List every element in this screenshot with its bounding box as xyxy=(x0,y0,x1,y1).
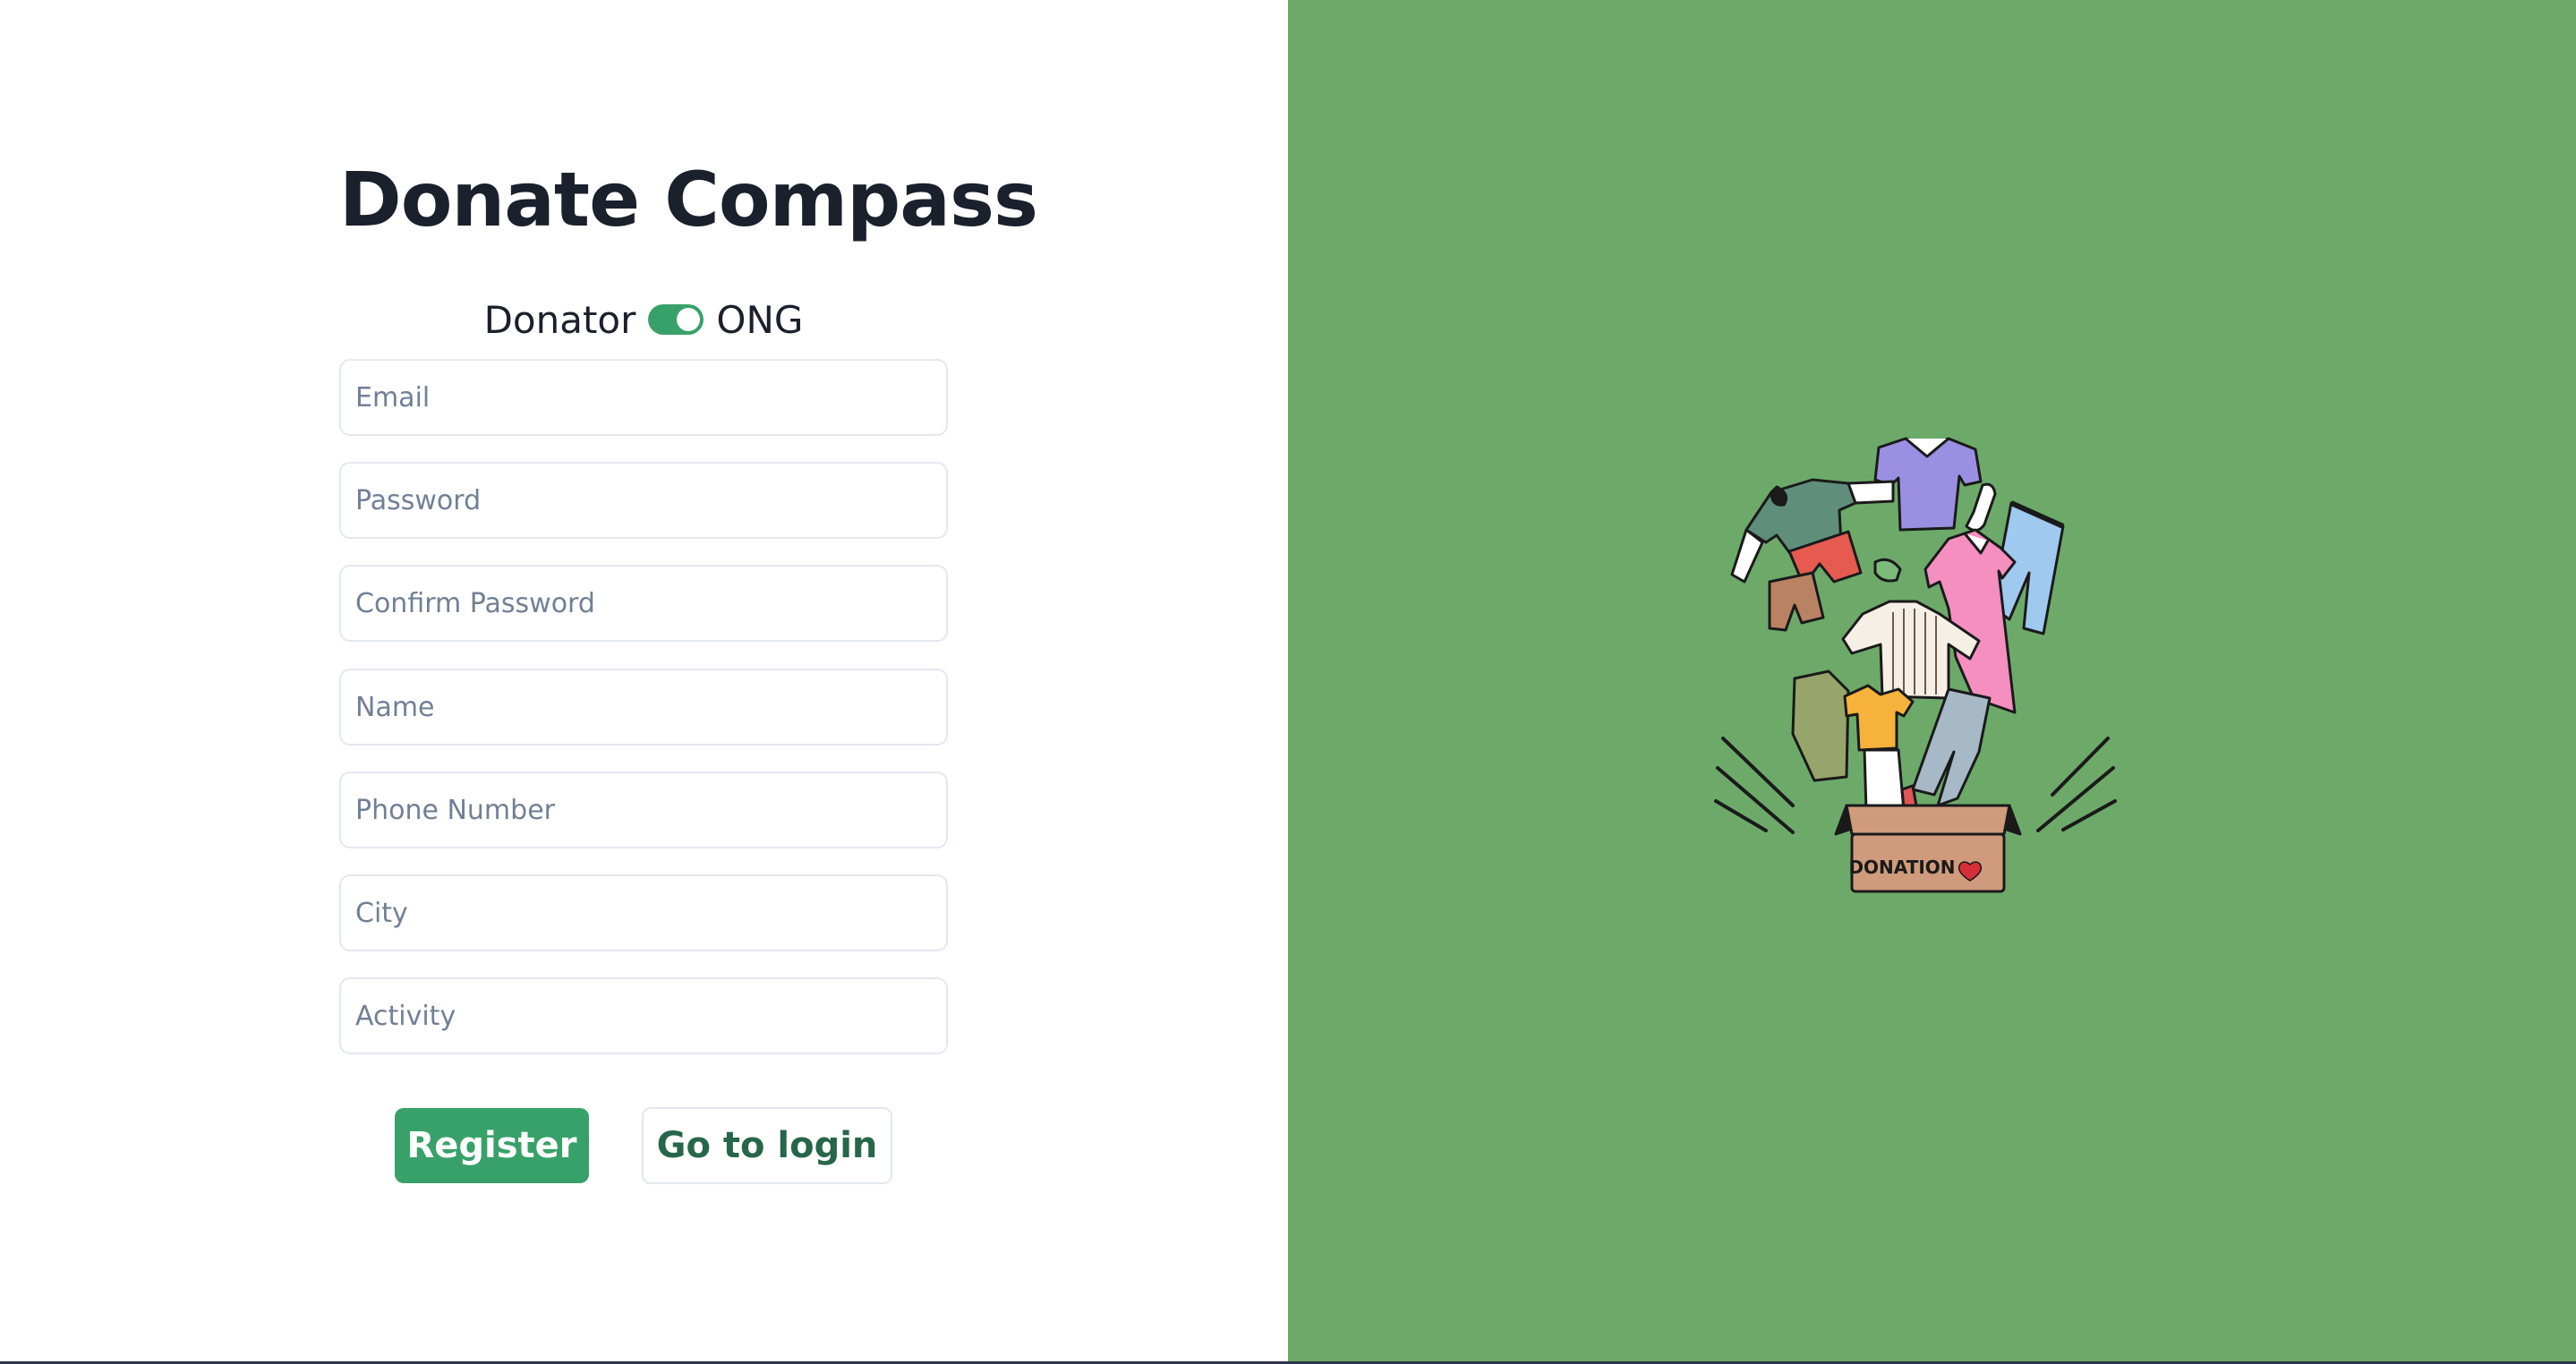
account-type-toggle-row: Donator ONG xyxy=(339,292,948,347)
brown-shorts xyxy=(1768,571,1825,632)
page-title: Donate Compass xyxy=(339,156,1038,243)
donation-box xyxy=(1834,804,2022,893)
go-to-login-button[interactable]: Go to login xyxy=(642,1107,892,1184)
confirm-password-input[interactable] xyxy=(339,565,948,642)
switch-knob xyxy=(677,308,701,331)
phone-number-input[interactable] xyxy=(339,772,948,848)
orange-tee xyxy=(1843,684,1915,752)
white-pants xyxy=(1863,748,1906,813)
grey-jeans xyxy=(1911,687,1992,807)
account-type-switch[interactable] xyxy=(648,304,704,335)
donation-box-label: DONATION xyxy=(1848,857,1955,878)
green-hat xyxy=(1873,558,1902,583)
register-page: Donate Compass Donator ONG Register Go t… xyxy=(0,0,2576,1364)
donation-clothes-illustration: DONATION xyxy=(1714,437,2117,893)
olive-jacket xyxy=(1791,669,1850,782)
motion-lines-left xyxy=(1714,737,1795,834)
donator-label: Donator xyxy=(483,297,636,342)
email-input[interactable] xyxy=(339,359,948,436)
white-sock xyxy=(1965,482,1997,532)
name-input[interactable] xyxy=(339,669,948,746)
city-input[interactable] xyxy=(339,874,948,951)
register-button[interactable]: Register xyxy=(395,1108,589,1183)
ong-label: ONG xyxy=(716,297,804,342)
illustration-panel: DONATION xyxy=(1288,0,2576,1361)
motion-lines-right xyxy=(2036,737,2117,832)
activity-input[interactable] xyxy=(339,977,948,1054)
register-panel: Donate Compass Donator ONG Register Go t… xyxy=(0,0,1288,1361)
password-input[interactable] xyxy=(339,462,948,539)
